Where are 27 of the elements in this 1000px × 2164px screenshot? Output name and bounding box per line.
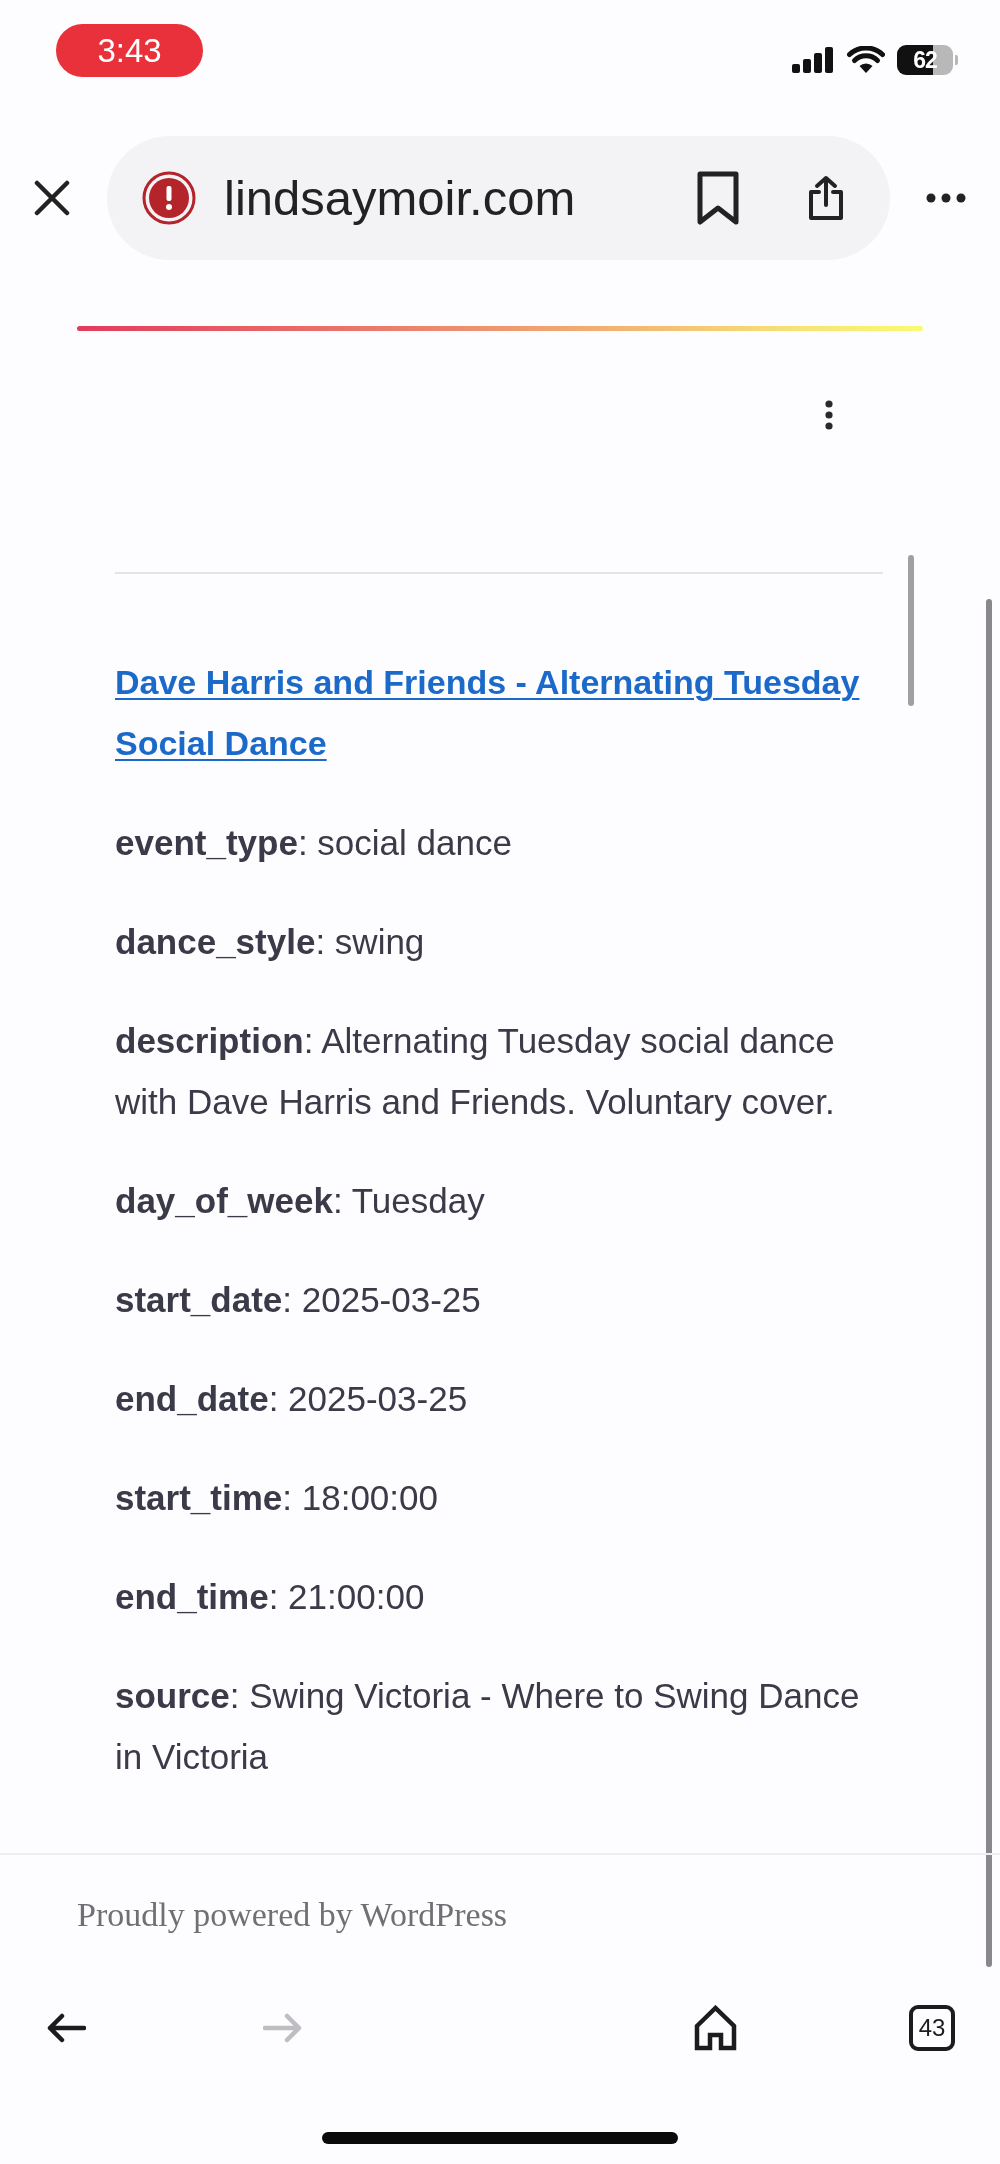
kebab-menu-icon[interactable] [825,400,833,430]
warning-icon [142,171,196,225]
post-title-link[interactable]: Dave Harris and Friends - Alternating Tuesday Social Dance [115,652,883,774]
signal-icon [792,47,834,73]
event-detail: start_date: 2025-03-25 [115,1279,482,1321]
url-text: lindsaymoir.com [224,170,577,226]
event-detail: source: Swing Victoria - Where to Swing Dance in Victoria [115,1675,861,1778]
tabs-button[interactable]: 43 [909,2005,955,2051]
status-time: 3:43 [56,24,203,77]
bookmark-icon[interactable] [695,170,741,226]
event-detail: end_date: 2025-03-25 [115,1378,469,1420]
address-bar[interactable]: lindsaymoir.com [107,136,890,260]
event-detail: event_type: social dance [115,822,513,864]
footer-credit: Proudly powered by WordPress [77,1895,508,1935]
scrollbar-thumb[interactable] [908,555,914,706]
event-detail: dance_style: swing [115,921,426,963]
event-detail: start_time: 18:00:00 [115,1477,439,1519]
event-detail: day_of_week: Tuesday [115,1180,486,1222]
event-detail: description: Alternating Tuesday social dance with Dave Harris and Friends. Voluntary cover. [115,1020,836,1123]
back-arrow-icon[interactable] [46,2012,86,2044]
scrollbar-thumb[interactable] [986,599,992,1967]
wifi-icon [847,46,885,74]
event-detail: end_time: 21:00:00 [115,1576,426,1618]
close-icon[interactable] [34,180,70,216]
home-icon[interactable] [694,2005,737,2051]
share-icon[interactable] [807,175,845,221]
more-icon[interactable] [926,193,966,203]
